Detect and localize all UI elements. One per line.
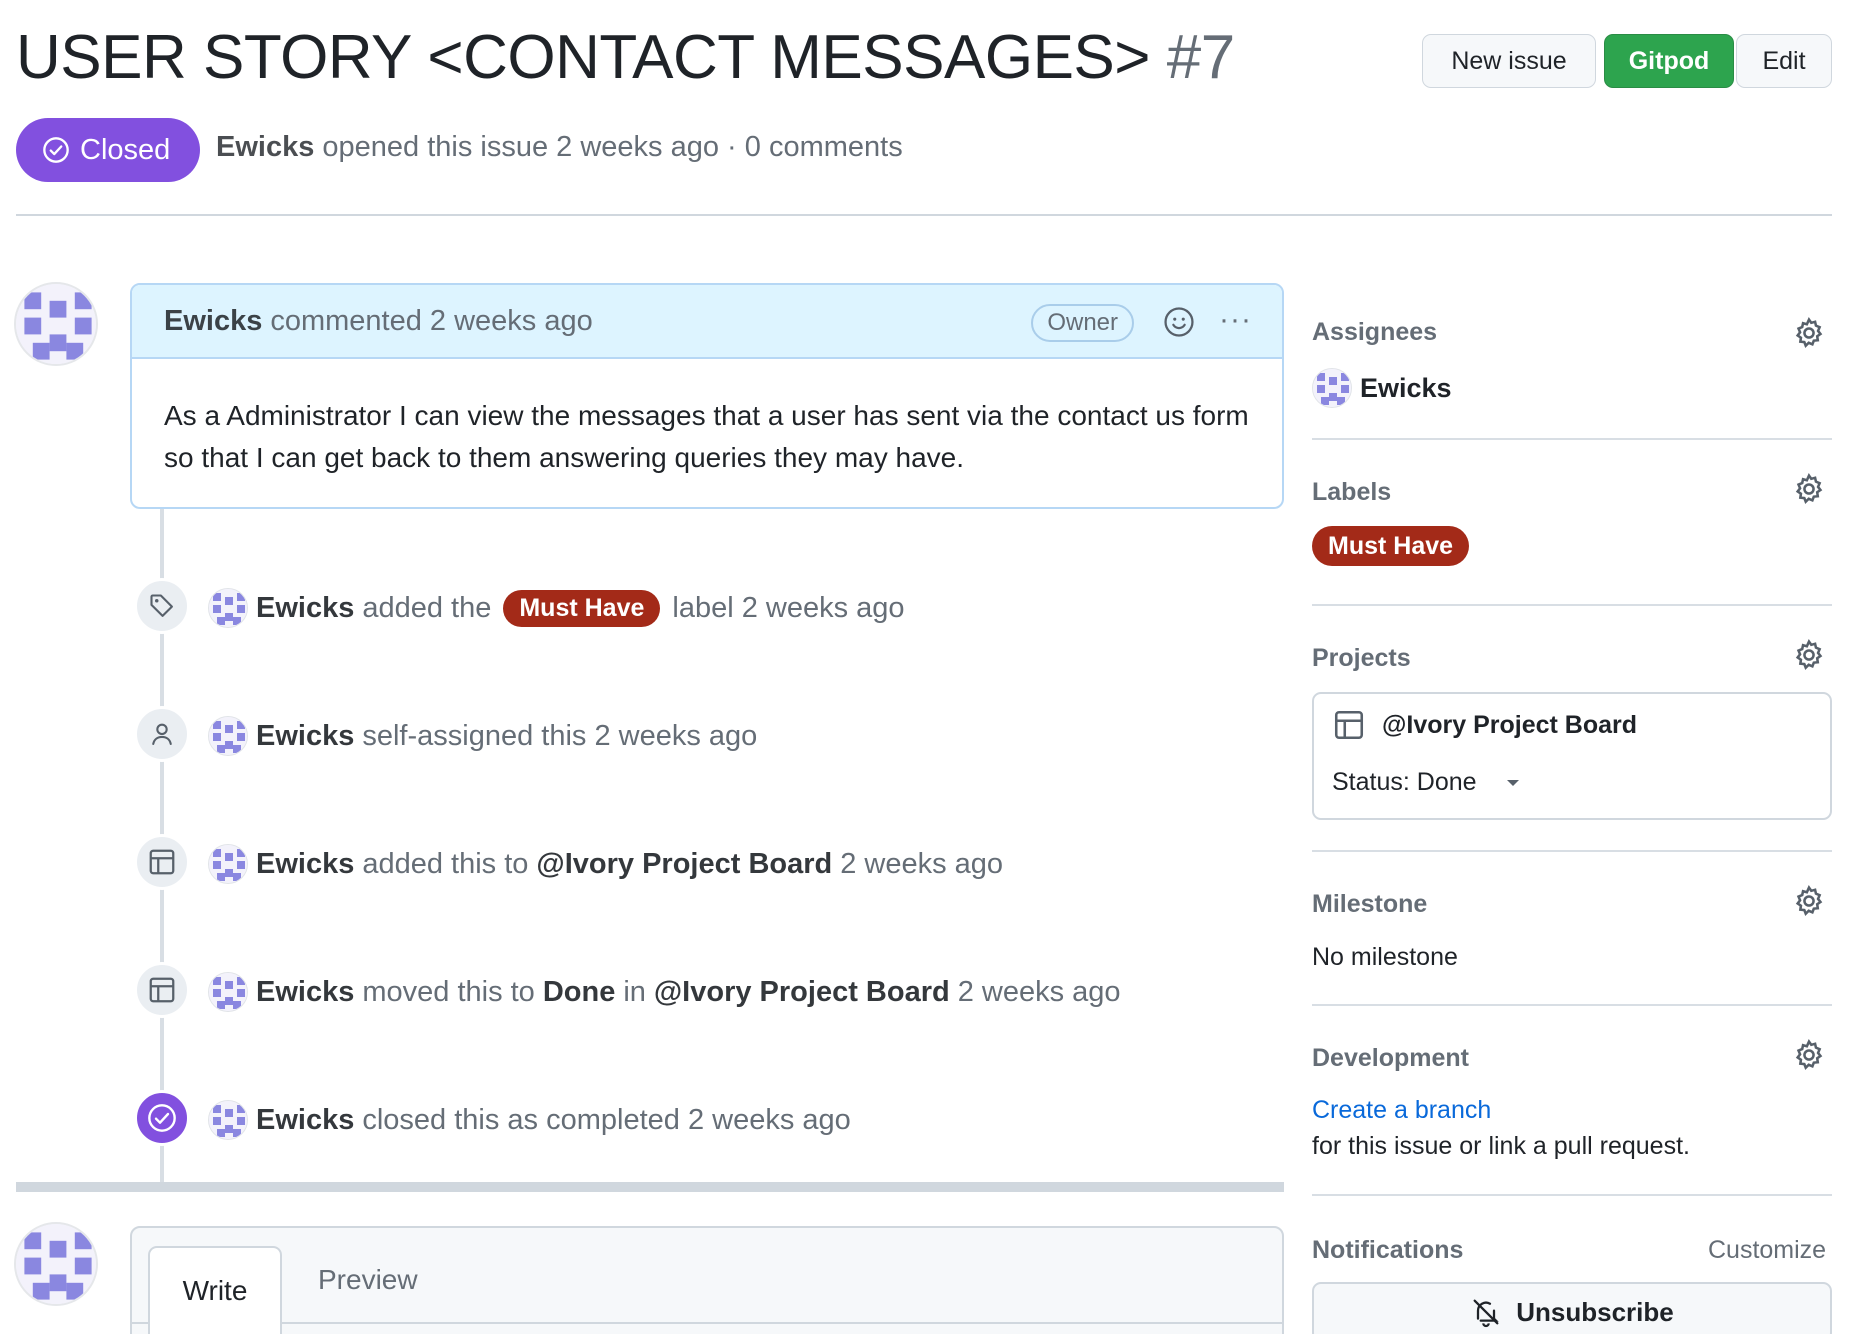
avatar[interactable] <box>208 972 248 1012</box>
unsubscribe-label[interactable]: Unsubscribe <box>1516 1297 1674 1328</box>
create-branch-link[interactable]: Create a branch <box>1312 1096 1491 1125</box>
status-badge: Closed <box>16 118 200 182</box>
divider <box>1312 604 1832 606</box>
event-actor[interactable]: Ewicks <box>256 976 354 1009</box>
timeline-event: Ewicks moved this to Done in @Ivory Proj… <box>208 968 1121 1016</box>
avatar <box>14 1222 98 1306</box>
event-actor[interactable]: Ewicks <box>256 1104 354 1137</box>
project-table-icon <box>134 962 190 1018</box>
divider <box>1312 1194 1832 1196</box>
avatar[interactable] <box>208 588 248 628</box>
issue-title: USER STORY <CONTACT MESSAGES> #7 <box>16 22 1235 93</box>
labels-heading[interactable]: Labels <box>1312 478 1391 507</box>
project-link[interactable]: @Ivory Project Board <box>536 848 832 881</box>
tab-write[interactable]: Write <box>148 1246 282 1334</box>
divider <box>1312 1004 1832 1006</box>
timeline-event: Ewicks self-assigned this 2 weeks ago <box>208 712 757 760</box>
project-status-dropdown[interactable]: Status: Done <box>1332 768 1521 797</box>
edit-button[interactable]: Edit <box>1736 34 1832 88</box>
avatar[interactable] <box>14 282 98 366</box>
issue-number: #7 <box>1166 23 1235 92</box>
new-comment-box <box>130 1226 1284 1334</box>
event-text: 2 weeks ago <box>840 847 1004 880</box>
issue-meta-text: opened this issue 2 weeks ago · 0 commen… <box>322 131 903 163</box>
milestone-heading[interactable]: Milestone <box>1312 890 1427 919</box>
assignee[interactable]: Ewicks <box>1312 368 1452 408</box>
event-text: in <box>623 975 646 1008</box>
event-text: added the <box>362 591 492 624</box>
check-circle-icon <box>134 1090 190 1146</box>
new-issue-button[interactable]: New issue <box>1422 34 1596 88</box>
development-heading[interactable]: Development <box>1312 1044 1469 1073</box>
assignees-heading[interactable]: Assignees <box>1312 318 1437 347</box>
timeline-event: Ewicks added the Must Have label 2 weeks… <box>208 584 905 632</box>
event-text: self-assigned this 2 weeks ago <box>362 719 758 752</box>
gear-icon[interactable] <box>1792 1038 1826 1072</box>
avatar[interactable] <box>208 716 248 756</box>
assignee-name[interactable]: Ewicks <box>1360 373 1452 404</box>
issue-comment: Ewicks commented 2 weeks ago Owner ··· A… <box>130 283 1284 509</box>
label-must-have[interactable]: Must Have <box>1312 526 1470 566</box>
avatar[interactable] <box>208 844 248 884</box>
event-actor[interactable]: Ewicks <box>256 848 354 881</box>
status-text: Closed <box>80 133 171 166</box>
customize-link[interactable]: Customize <box>1708 1236 1826 1265</box>
gear-icon[interactable] <box>1792 472 1826 506</box>
project-board-name[interactable]: @Ivory Project Board <box>1382 711 1637 740</box>
project-status[interactable]: Status: Done <box>1332 768 1477 797</box>
project-board-link[interactable]: @Ivory Project Board <box>1332 708 1637 742</box>
check-circle-icon <box>43 137 69 163</box>
event-actor[interactable]: Ewicks <box>256 592 354 625</box>
gear-icon[interactable] <box>1792 316 1826 350</box>
divider <box>1312 850 1832 852</box>
kebab-menu-icon[interactable]: ··· <box>1219 303 1252 337</box>
avatar[interactable] <box>208 1100 248 1140</box>
gear-icon[interactable] <box>1792 884 1826 918</box>
event-text: 2 weeks ago <box>957 975 1121 1008</box>
event-text: label 2 weeks ago <box>672 591 905 624</box>
avatar <box>1312 368 1352 408</box>
timeline-end-divider <box>16 1182 1284 1192</box>
owner-badge: Owner <box>1031 304 1134 342</box>
person-icon <box>134 706 190 762</box>
comment-author[interactable]: Ewicks <box>164 305 262 338</box>
unsubscribe-button[interactable]: Unsubscribe <box>1312 1282 1832 1334</box>
timeline-event: Ewicks closed this as completed 2 weeks … <box>208 1096 851 1144</box>
project-link[interactable]: @Ivory Project Board <box>654 976 950 1009</box>
event-text: added this to <box>362 847 529 880</box>
gear-icon[interactable] <box>1792 638 1826 672</box>
comment-timestamp: commented 2 weeks ago <box>270 304 593 337</box>
issue-title-text: USER STORY <CONTACT MESSAGES> <box>16 23 1150 92</box>
gitpod-button[interactable]: Gitpod <box>1604 34 1734 88</box>
development-text: for this issue or link a pull request. <box>1312 1132 1690 1160</box>
label-must-have[interactable]: Must Have <box>503 589 661 627</box>
event-actor[interactable]: Ewicks <box>256 720 354 753</box>
comment-header: Ewicks commented 2 weeks ago Owner ··· <box>132 285 1282 359</box>
tag-icon <box>134 578 190 634</box>
issue-meta: Ewicks opened this issue 2 weeks ago · 0… <box>216 131 903 164</box>
bell-slash-icon <box>1473 1299 1499 1328</box>
project-table-icon <box>134 834 190 890</box>
divider <box>1312 438 1832 440</box>
column-name: Done <box>542 975 616 1008</box>
divider <box>16 214 1832 216</box>
tab-divider <box>130 1322 1284 1324</box>
comment-body: As a Administrator I can view the messag… <box>164 400 1249 473</box>
chevron-down-icon[interactable] <box>1505 778 1521 788</box>
event-text: moved this to <box>362 975 535 1008</box>
smiley-icon[interactable] <box>1162 305 1196 347</box>
projects-heading[interactable]: Projects <box>1312 644 1411 673</box>
tab-preview[interactable]: Preview <box>318 1264 418 1296</box>
notifications-heading: Notifications <box>1312 1236 1464 1264</box>
milestone-value: No milestone <box>1312 943 1458 971</box>
timeline-event: Ewicks added this to @Ivory Project Boar… <box>208 840 1003 888</box>
project-table-icon <box>1332 708 1366 742</box>
event-text: closed this as completed 2 weeks ago <box>362 1103 851 1136</box>
author-link[interactable]: Ewicks <box>216 131 314 163</box>
